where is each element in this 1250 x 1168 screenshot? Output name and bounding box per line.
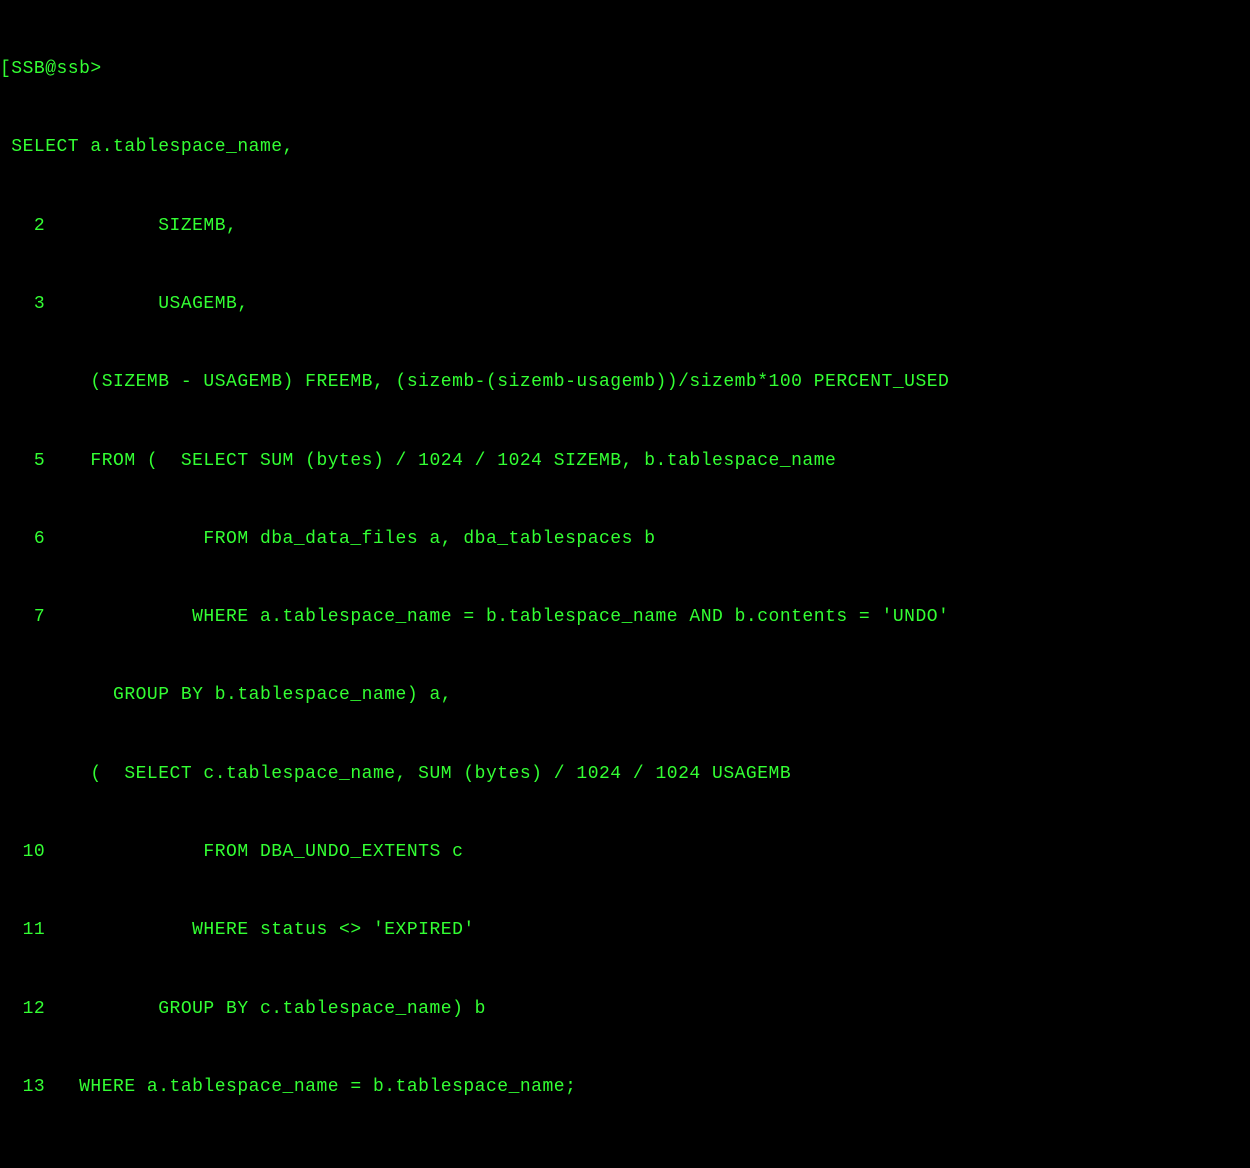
blank-line bbox=[0, 1152, 1250, 1168]
sql-statement-line: 6 FROM dba_data_files a, dba_tablespaces… bbox=[0, 526, 1250, 552]
sql-statement-line: SELECT a.tablespace_name, bbox=[0, 134, 1250, 160]
sql-statement-line: 7 WHERE a.tablespace_name = b.tablespace… bbox=[0, 604, 1250, 630]
sql-statement-line: GROUP BY b.tablespace_name) a, bbox=[0, 682, 1250, 708]
sql-statement-line: 12 GROUP BY c.tablespace_name) b bbox=[0, 996, 1250, 1022]
sql-statement-line: 13 WHERE a.tablespace_name = b.tablespac… bbox=[0, 1074, 1250, 1100]
sql-statement-line: 3 USAGEMB, bbox=[0, 291, 1250, 317]
terminal-window[interactable]: [SSB@ssb> SELECT a.tablespace_name, 2 SI… bbox=[0, 4, 1250, 1168]
sql-statement-line: ( SELECT c.tablespace_name, SUM (bytes) … bbox=[0, 761, 1250, 787]
sql-statement-line: 5 FROM ( SELECT SUM (bytes) / 1024 / 102… bbox=[0, 448, 1250, 474]
sql-prompt: [SSB@ssb> bbox=[0, 56, 1250, 82]
sql-statement-line: 11 WHERE status <> 'EXPIRED' bbox=[0, 917, 1250, 943]
sql-statement-line: 10 FROM DBA_UNDO_EXTENTS c bbox=[0, 839, 1250, 865]
sql-statement-line: 2 SIZEMB, bbox=[0, 213, 1250, 239]
sql-statement-line: (SIZEMB - USAGEMB) FREEMB, (sizemb-(size… bbox=[0, 369, 1250, 395]
